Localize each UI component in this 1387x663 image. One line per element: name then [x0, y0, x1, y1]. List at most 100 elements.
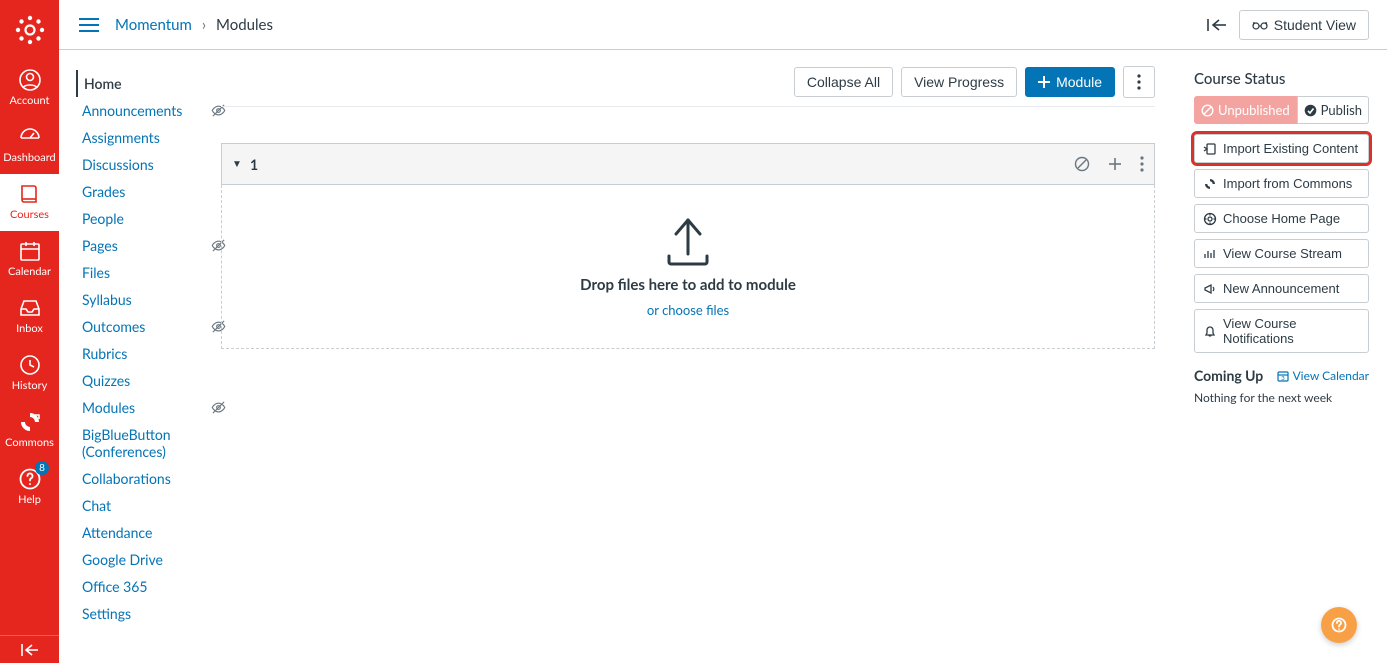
collapse-sidebar-button[interactable] — [1207, 18, 1227, 32]
svg-text:3: 3 — [1281, 375, 1285, 382]
course-nav-item-outcomes: Outcomes — [76, 313, 210, 340]
global-nav-label: Courses — [10, 209, 49, 221]
dashboard-icon — [18, 125, 42, 149]
course-nav-item-grades: Grades — [76, 178, 210, 205]
aside-button-label: Import Existing Content — [1223, 141, 1358, 156]
view-calendar-label: View Calendar — [1293, 368, 1369, 383]
announce-icon — [1203, 282, 1217, 296]
help-fab-button[interactable] — [1321, 607, 1357, 643]
aside-button-label: View Course Stream — [1223, 246, 1342, 261]
course-nav-item-settings: Settings — [76, 600, 210, 627]
book-icon — [18, 182, 42, 206]
hidden-icon — [211, 400, 226, 415]
course-nav-item-quizzes: Quizzes — [76, 367, 210, 394]
course-nav-link-modules[interactable]: Modules — [76, 394, 210, 421]
course-nav-link-google-drive[interactable]: Google Drive — [76, 546, 210, 573]
student-view-button[interactable]: Student View — [1239, 10, 1369, 40]
aside-view-course-stream-button[interactable]: View Course Stream — [1194, 239, 1369, 268]
course-menu-toggle[interactable] — [75, 11, 103, 39]
global-nav-label: Inbox — [16, 323, 43, 335]
publish-label: Publish — [1321, 102, 1362, 118]
module-block: ▼ 1 Drop files here to add to module or … — [221, 143, 1155, 349]
view-calendar-link[interactable]: 3 View Calendar — [1277, 368, 1369, 383]
module-title: 1 — [250, 156, 258, 173]
course-nav-link-pages[interactable]: Pages — [76, 232, 210, 259]
breadcrumb-course-link[interactable]: Momentum — [115, 16, 192, 34]
aside-new-announcement-button[interactable]: New Announcement — [1194, 274, 1369, 303]
user-icon — [18, 68, 42, 92]
collapse-all-button[interactable]: Collapse All — [794, 67, 893, 97]
global-nav-label: Help — [18, 494, 41, 506]
global-nav-calendar[interactable]: Calendar — [0, 231, 59, 288]
course-nav-item-files: Files — [76, 259, 210, 286]
stream-icon — [1203, 247, 1217, 261]
course-nav-link-office-365[interactable]: Office 365 — [76, 573, 210, 600]
course-nav-link-home[interactable]: Home — [78, 70, 210, 97]
aside-import-existing-content-button[interactable]: Import Existing Content — [1194, 134, 1369, 163]
global-nav-help[interactable]: Help 8 — [0, 459, 59, 516]
module-dropzone[interactable]: Drop files here to add to module or choo… — [221, 185, 1155, 349]
global-nav-history[interactable]: History — [0, 345, 59, 402]
course-nav-link-attendance[interactable]: Attendance — [76, 519, 210, 546]
course-nav-item-modules: Modules — [76, 394, 210, 421]
course-nav-item-syllabus: Syllabus — [76, 286, 210, 313]
view-progress-button[interactable]: View Progress — [901, 67, 1017, 97]
topbar: Momentum › Modules Student View — [59, 0, 1387, 50]
module-collapse-toggle[interactable]: ▼ — [232, 158, 242, 170]
choose-files-link[interactable]: or choose files — [647, 302, 729, 318]
course-nav-link-discussions[interactable]: Discussions — [76, 151, 210, 178]
global-nav-label: Account — [10, 95, 50, 107]
course-nav-link-collaborations[interactable]: Collaborations — [76, 465, 210, 492]
course-nav-link-settings[interactable]: Settings — [76, 600, 210, 627]
commons-icon — [18, 410, 42, 434]
course-nav-link-people[interactable]: People — [76, 205, 210, 232]
collapse-global-nav-button[interactable] — [0, 635, 59, 663]
course-nav-link-outcomes[interactable]: Outcomes — [76, 313, 210, 340]
publish-button[interactable]: Publish — [1297, 96, 1369, 124]
home-icon — [1203, 212, 1217, 226]
import-icon — [1203, 142, 1217, 156]
global-nav-label: Calendar — [8, 266, 51, 278]
course-nav-link-quizzes[interactable]: Quizzes — [76, 367, 210, 394]
student-view-label: Student View — [1274, 17, 1356, 33]
course-nav-link-announcements[interactable]: Announcements — [76, 97, 210, 124]
course-nav: HomeAnnouncementsAssignmentsDiscussionsG… — [76, 70, 210, 627]
global-nav-account[interactable]: Account — [0, 60, 59, 117]
add-module-button[interactable]: Module — [1025, 67, 1115, 97]
course-nav-item-office-365: Office 365 — [76, 573, 210, 600]
course-nav-item-home: Home — [76, 70, 210, 97]
global-nav-commons[interactable]: Commons — [0, 402, 59, 459]
global-nav-label: Commons — [5, 437, 54, 449]
aside-import-from-commons-button[interactable]: Import from Commons — [1194, 169, 1369, 198]
nav-badge: 8 — [35, 461, 49, 475]
course-nav-link-bigbluebutton-conferences-[interactable]: BigBlueButton (Conferences) — [76, 421, 210, 465]
global-nav-inbox[interactable]: Inbox — [0, 288, 59, 345]
course-nav-link-rubrics[interactable]: Rubrics — [76, 340, 210, 367]
course-nav-item-announcements: Announcements — [76, 97, 210, 124]
course-nav-item-collaborations: Collaborations — [76, 465, 210, 492]
global-nav-dashboard[interactable]: Dashboard — [0, 117, 59, 174]
global-nav-label: Dashboard — [3, 152, 55, 164]
module-more-menu[interactable] — [1140, 156, 1144, 172]
dropzone-text: Drop files here to add to module — [580, 276, 796, 294]
aside-button-label: Import from Commons — [1223, 176, 1352, 191]
module-header: ▼ 1 — [221, 143, 1155, 185]
module-publish-status-icon[interactable] — [1074, 156, 1090, 172]
global-nav-courses[interactable]: Courses — [0, 174, 59, 231]
coming-up-empty-text: Nothing for the next week — [1194, 390, 1369, 405]
course-nav-link-files[interactable]: Files — [76, 259, 210, 286]
course-nav-link-syllabus[interactable]: Syllabus — [76, 286, 210, 313]
unpublished-button[interactable]: Unpublished — [1194, 96, 1297, 124]
course-nav-item-discussions: Discussions — [76, 151, 210, 178]
module-toolbar: Collapse All View Progress Module — [221, 66, 1155, 107]
aside-choose-home-page-button[interactable]: Choose Home Page — [1194, 204, 1369, 233]
modules-more-menu[interactable] — [1123, 66, 1155, 98]
course-nav-link-chat[interactable]: Chat — [76, 492, 210, 519]
course-nav-link-grades[interactable]: Grades — [76, 178, 210, 205]
course-nav-item-chat: Chat — [76, 492, 210, 519]
course-nav-item-google-drive: Google Drive — [76, 546, 210, 573]
app-logo[interactable] — [0, 0, 59, 60]
aside-view-course-notifications-button[interactable]: View Course Notifications — [1194, 309, 1369, 353]
module-add-item-button[interactable] — [1108, 157, 1122, 171]
course-nav-link-assignments[interactable]: Assignments — [76, 124, 210, 151]
